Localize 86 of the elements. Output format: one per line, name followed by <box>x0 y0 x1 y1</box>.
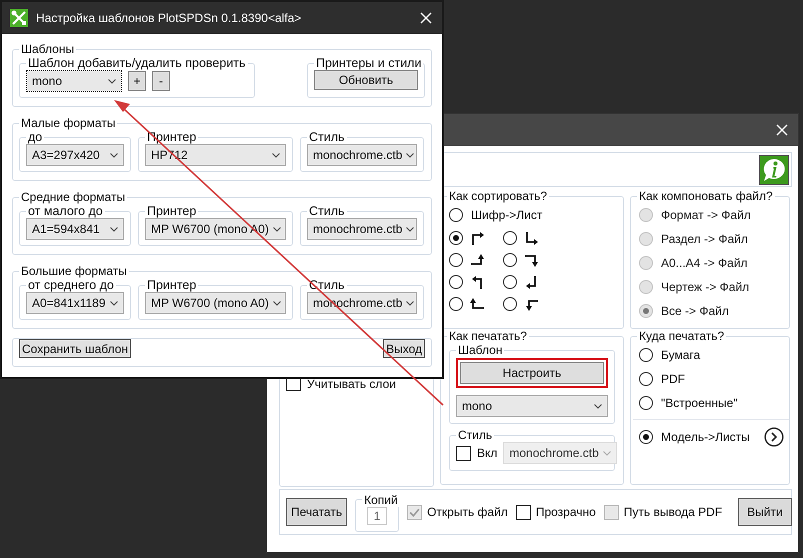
close-icon[interactable] <box>420 12 432 24</box>
radio-button[interactable] <box>639 430 653 444</box>
group-title: Как печатать? <box>448 329 528 343</box>
radio-button[interactable] <box>449 231 463 245</box>
dropdown[interactable]: A0=841x1189 <box>26 292 124 314</box>
radio-button[interactable] <box>503 231 517 245</box>
group-title: Средние форматы <box>20 190 126 204</box>
chevron-icon <box>272 152 280 158</box>
radio-label: Чертеж -> Файл <box>661 280 750 294</box>
group-title: Стиль <box>308 204 346 218</box>
group-title: от малого до <box>27 204 104 218</box>
corner-arrow-icon <box>524 230 540 246</box>
group-title: Принтер <box>146 278 198 292</box>
chevron-icon <box>110 300 118 306</box>
corner-arrow-icon <box>470 230 486 246</box>
add-button[interactable]: + <box>128 71 146 91</box>
radio-label: PDF <box>661 372 685 386</box>
checkbox[interactable] <box>516 504 531 520</box>
chevron-icon <box>272 226 281 232</box>
chevron-icon <box>406 152 414 158</box>
dropdown[interactable]: mono <box>26 70 122 92</box>
radio-button[interactable] <box>639 372 653 386</box>
chevron-icon[interactable] <box>764 427 784 447</box>
chevron-icon <box>110 152 118 158</box>
chevron-icon <box>108 78 116 84</box>
group-title: Как компоновать файл? <box>638 189 774 203</box>
radio-button[interactable] <box>503 275 517 289</box>
tools-icon <box>10 9 28 27</box>
radio-button[interactable] <box>503 253 517 267</box>
group-title: Стиль <box>457 428 494 442</box>
radio-label: Формат -> Файл <box>661 208 751 222</box>
group-title: от среднего до <box>27 278 115 292</box>
radio-button[interactable] <box>639 396 653 410</box>
checkbox-label: Прозрачно <box>536 505 596 519</box>
group-title: Копий <box>363 492 399 506</box>
radio-label: Шифр->Лист <box>471 208 542 222</box>
radio-label: "Встроенные" <box>661 396 738 410</box>
chevron-icon <box>406 226 414 232</box>
radio-button[interactable] <box>449 297 463 311</box>
group-title: Шаблон добавить/удалить проверить <box>27 56 247 70</box>
group-title: до <box>27 130 44 144</box>
dropdown[interactable]: A1=594x841 <box>26 218 124 240</box>
dropdown[interactable]: monochrome.ctb <box>307 218 417 240</box>
chevron-icon <box>594 404 602 408</box>
chevron-icon <box>406 300 414 306</box>
group-title: Большие форматы <box>20 264 128 278</box>
dropdown[interactable]: MP W6700 (mono A0) <box>145 292 286 314</box>
radio-label: Раздел -> Файл <box>661 232 748 246</box>
group-title: Как сортировать? <box>448 189 548 203</box>
radio-button[interactable] <box>503 297 517 311</box>
group-title: Принтер <box>146 204 198 218</box>
refresh-button[interactable]: Обновить <box>314 70 418 90</box>
group-title: Шаблон <box>457 343 504 357</box>
radio-button[interactable] <box>449 208 463 222</box>
chevron-icon <box>272 300 281 306</box>
exit-button[interactable]: Выход <box>383 339 425 358</box>
group-title: Принтеры и стили <box>315 56 422 70</box>
group-title: Стиль <box>308 130 346 144</box>
group-title: Шаблоны <box>20 42 76 56</box>
copies-field[interactable]: 1 <box>367 506 388 524</box>
checkbox-label: Учитывать слои <box>307 376 396 390</box>
close-icon[interactable] <box>776 124 788 136</box>
save-button[interactable]: Сохранить шаблон <box>19 339 132 358</box>
radio-label: Модель->Листы <box>661 430 750 444</box>
chevron-icon <box>110 226 118 232</box>
print-button[interactable]: Печатать <box>286 498 348 526</box>
dropdown[interactable]: monochrome.ctb <box>307 144 417 166</box>
chevron-icon <box>602 450 611 456</box>
window-title: Настройка шаблонов PlotSPDSn 0.1.8390<alfa> <box>36 11 302 25</box>
radio-label: A0...A4 -> Файл <box>661 256 748 270</box>
exit-button[interactable]: Выйти <box>738 498 792 526</box>
info-icon[interactable] <box>759 154 789 184</box>
radio-label: Все -> Файл <box>661 304 729 318</box>
dropdown[interactable]: A3=297x420 <box>26 144 124 166</box>
configure-button[interactable]: Настроить <box>460 362 604 384</box>
radio-label: Бумага <box>661 348 700 362</box>
group-title: Куда печатать? <box>638 329 726 343</box>
remove-button[interactable]: - <box>152 71 170 91</box>
checkbox-label: Путь вывода PDF <box>624 505 722 519</box>
radio-button[interactable] <box>449 275 463 289</box>
checkbox-label: Открыть файл <box>427 505 508 519</box>
checkbox-label: Вкл <box>477 446 498 460</box>
dropdown[interactable]: mono <box>456 395 608 417</box>
group-title: Малые форматы <box>20 116 116 130</box>
radio-button[interactable] <box>639 348 653 362</box>
radio-button[interactable] <box>449 253 463 267</box>
